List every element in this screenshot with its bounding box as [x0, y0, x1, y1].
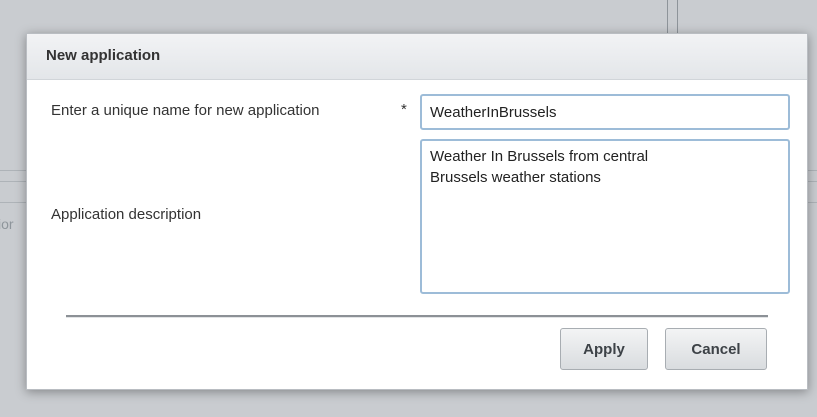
dialog-title: New application: [46, 47, 161, 64]
application-name-input[interactable]: [420, 94, 790, 130]
new-application-dialog: New application Enter a unique name for …: [26, 33, 808, 390]
application-description-label: Application description: [51, 206, 202, 223]
application-name-label: Enter a unique name for new application: [51, 102, 320, 119]
dialog-divider: [66, 315, 768, 318]
dialog-header: New application: [27, 34, 807, 80]
apply-button[interactable]: Apply: [560, 328, 648, 370]
background-tab-fragment: ior: [0, 216, 14, 232]
application-description-textarea[interactable]: Weather In Brussels from central Brussel…: [420, 139, 790, 294]
required-marker: *: [401, 101, 407, 118]
cancel-button[interactable]: Cancel: [665, 328, 767, 370]
